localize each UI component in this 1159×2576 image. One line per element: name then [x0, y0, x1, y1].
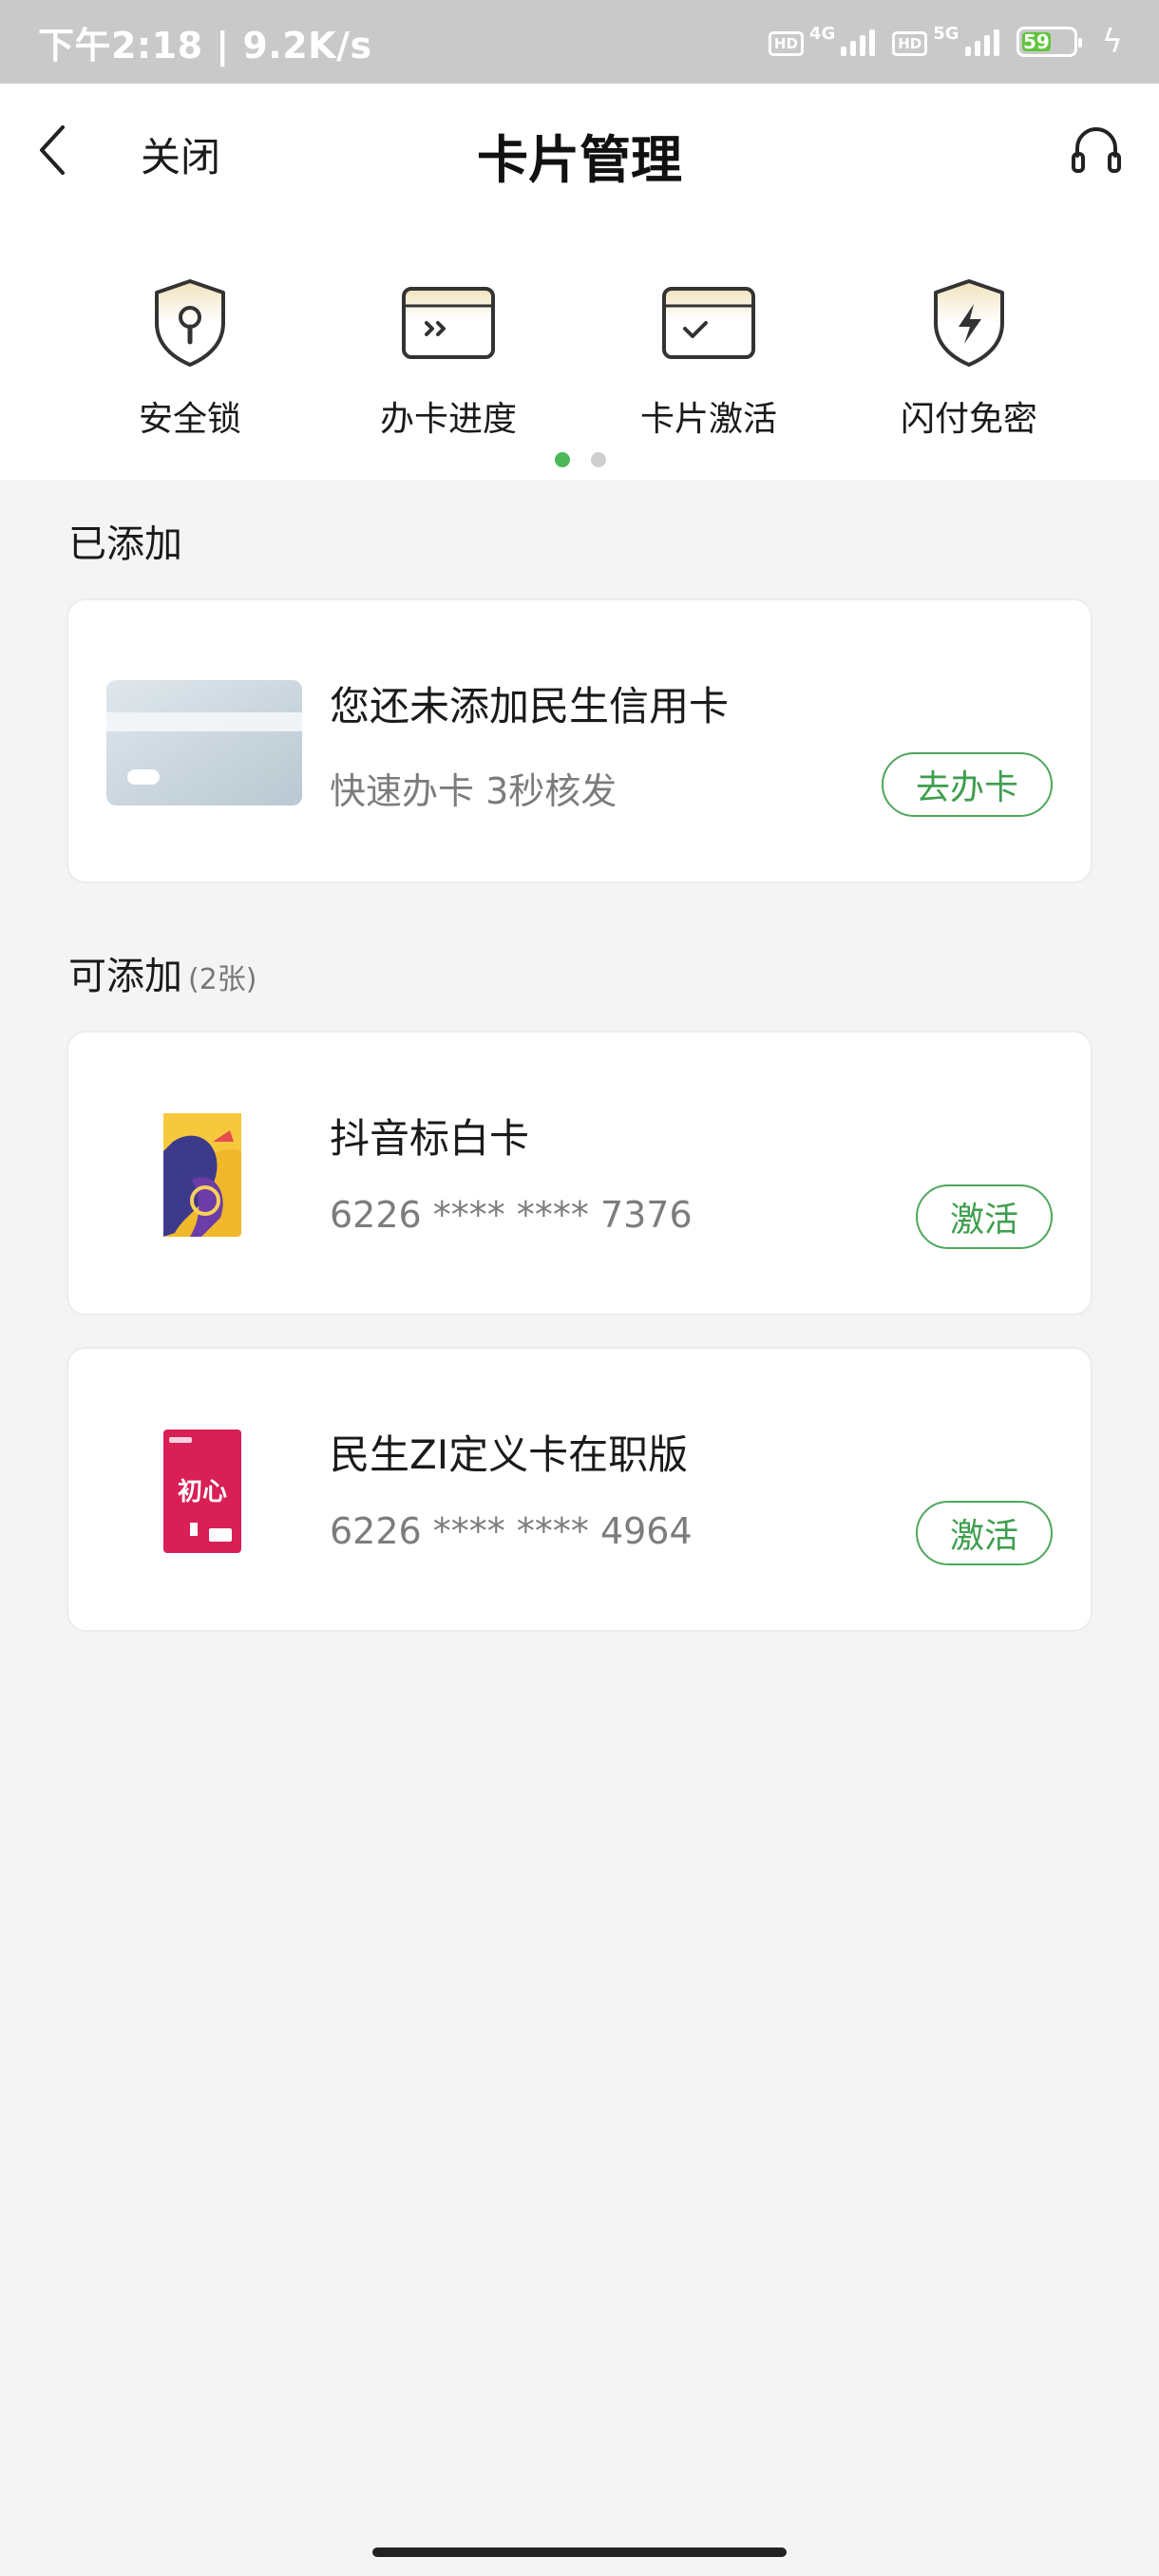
quick-action-label: 办卡进度	[379, 400, 517, 439]
card-progress-icon	[402, 287, 495, 359]
carousel-page-indicator	[555, 452, 606, 467]
available-count: (2张)	[188, 963, 257, 996]
status-icons: HD 4G HD 5G 59 ϟ	[768, 23, 1123, 61]
section-title-available: 可添加 (2张)	[68, 945, 257, 1000]
section-title-added: 已添加	[68, 522, 182, 566]
quick-action-security-lock[interactable]: 安全锁	[95, 275, 285, 441]
status-time-speed: 下午2:18 | 9.2K/s	[38, 24, 372, 66]
minsheng-card-image: 初心	[163, 1430, 241, 1553]
section-title-available-label: 可添加	[68, 955, 182, 998]
net-label-4g: 4G	[808, 24, 836, 44]
signal-bars-icon	[964, 28, 999, 56]
charging-icon: ϟ	[1101, 23, 1123, 61]
quick-action-card-activate[interactable]: 卡片激活	[614, 275, 804, 441]
shield-lock-icon	[155, 279, 225, 367]
card-item[interactable]: 抖音标白卡 6226 **** **** 7376 激活	[66, 1031, 1092, 1316]
signal-4g: HD 4G	[768, 24, 876, 56]
no-card-title: 您还未添加民生信用卡	[330, 683, 730, 729]
hd-badge: HD	[768, 31, 804, 56]
quick-action-quickpass[interactable]: 闪付免密	[874, 275, 1064, 441]
quick-action-label: 安全锁	[138, 400, 241, 439]
apply-card-panel: 您还未添加民生信用卡 快速办卡 3秒核发 去办卡	[66, 598, 1092, 883]
shield-lightning-icon	[934, 279, 1004, 367]
apply-card-button[interactable]: 去办卡	[882, 752, 1053, 817]
card-item[interactable]: 初心 民生ZI定义卡在职版 6226 **** **** 4964 激活	[66, 1347, 1092, 1632]
page-dot-active	[555, 452, 570, 467]
quick-action-label: 卡片激活	[639, 400, 777, 439]
card-art-text: 初心	[178, 1478, 227, 1506]
net-label-5g: 5G	[933, 24, 960, 44]
signal-bars-icon	[841, 28, 876, 56]
card-name: 抖音标白卡	[330, 1115, 530, 1162]
activate-button[interactable]: 激活	[916, 1501, 1053, 1565]
douyin-card-image	[163, 1113, 241, 1237]
battery-level: 59	[1021, 30, 1052, 53]
quick-action-card-progress[interactable]: 办卡进度	[353, 275, 543, 441]
signal-5g: HD 5G	[892, 24, 999, 56]
customer-service-headset-icon[interactable]	[1068, 122, 1125, 179]
page-dot	[591, 452, 606, 467]
activate-button[interactable]: 激活	[916, 1184, 1053, 1249]
nav-header: 关闭 卡片管理	[0, 84, 1159, 218]
blank-card-image	[106, 680, 302, 805]
card-number: 6226 **** **** 7376	[330, 1194, 693, 1236]
card-number: 6226 **** **** 4964	[330, 1510, 693, 1552]
quick-actions: 安全锁 办卡进度 卡片激活 闪付免密	[0, 218, 1159, 480]
quick-action-label: 闪付免密	[900, 400, 1037, 439]
battery-icon: 59	[1016, 27, 1082, 57]
page-title: 卡片管理	[477, 130, 682, 190]
status-bar: 下午2:18 | 9.2K/s HD 4G HD 5G 59 ϟ	[0, 0, 1159, 84]
home-indicator[interactable]	[372, 2548, 787, 2557]
hd-badge-2: HD	[892, 31, 928, 56]
no-card-subtitle: 快速办卡 3秒核发	[330, 770, 618, 812]
card-name: 民生ZI定义卡在职版	[330, 1431, 689, 1478]
card-activate-icon	[662, 287, 755, 359]
